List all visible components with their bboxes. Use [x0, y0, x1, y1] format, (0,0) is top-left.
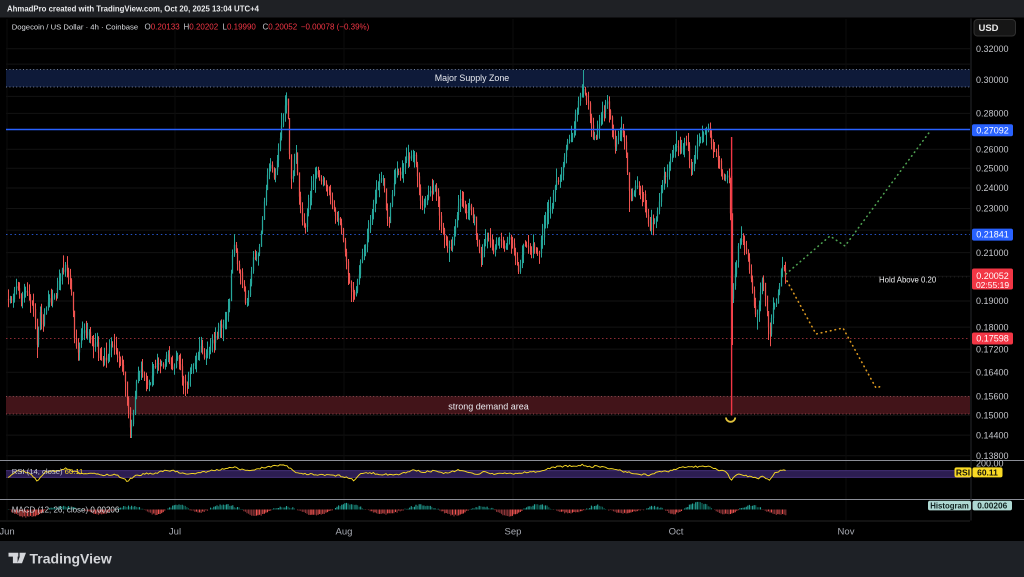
svg-text:USD: USD: [978, 23, 998, 34]
svg-text:Jul: Jul: [169, 527, 181, 538]
svg-text:0.18000: 0.18000: [976, 322, 1009, 332]
svg-text:Jun: Jun: [0, 527, 15, 538]
svg-text:Sep: Sep: [505, 527, 522, 538]
svg-text:0.30000: 0.30000: [976, 75, 1009, 85]
svg-text:0.28000: 0.28000: [976, 109, 1009, 119]
svg-text:0.16400: 0.16400: [976, 367, 1009, 377]
svg-text:0.19000: 0.19000: [976, 296, 1009, 306]
svg-text:−0.00078 (−0.39%): −0.00078 (−0.39%): [301, 23, 370, 32]
svg-text:0.24000: 0.24000: [976, 183, 1009, 193]
svg-text:0.27092: 0.27092: [976, 125, 1009, 135]
svg-text:Hold Above 0.20: Hold Above 0.20: [879, 276, 937, 285]
svg-text:0.32000: 0.32000: [976, 44, 1009, 54]
svg-text:C0.20052: C0.20052: [263, 23, 298, 32]
svg-text:AhmadPro created with TradingV: AhmadPro created with TradingView.com, O…: [7, 5, 260, 14]
svg-text:MACD (12, 26, close) 0.00206: MACD (12, 26, close) 0.00206: [12, 506, 120, 515]
svg-text:0.21841: 0.21841: [976, 230, 1009, 240]
svg-text:0.14400: 0.14400: [976, 430, 1009, 440]
svg-text:Dogecoin / US Dollar · 4h · Co: Dogecoin / US Dollar · 4h · Coinbase: [12, 23, 138, 32]
svg-text:02:55:19: 02:55:19: [976, 280, 1009, 290]
svg-text:0.23000: 0.23000: [976, 204, 1009, 214]
svg-text:0.17200: 0.17200: [976, 344, 1009, 354]
svg-text:0.00206: 0.00206: [977, 500, 1007, 510]
svg-text:60.11: 60.11: [977, 467, 998, 477]
svg-text:Aug: Aug: [336, 527, 353, 538]
svg-text:0.25000: 0.25000: [976, 163, 1009, 173]
svg-text:RSI: RSI: [956, 467, 970, 477]
svg-text:Histogram: Histogram: [930, 501, 969, 510]
svg-text:RSI (14, close) 60.11: RSI (14, close) 60.11: [12, 467, 84, 476]
svg-text:0.17598: 0.17598: [976, 334, 1009, 344]
svg-text:O0.20133: O0.20133: [145, 23, 181, 32]
svg-text:H0.20202: H0.20202: [184, 23, 219, 32]
svg-text:0.15000: 0.15000: [976, 411, 1009, 421]
svg-text:0.26000: 0.26000: [976, 144, 1009, 154]
svg-text:TradingView: TradingView: [30, 550, 112, 566]
svg-text:strong demand area: strong demand area: [448, 402, 529, 412]
svg-text:L0.19990: L0.19990: [223, 23, 257, 32]
svg-text:Major Supply Zone: Major Supply Zone: [435, 73, 510, 83]
svg-text:0.21000: 0.21000: [976, 248, 1009, 258]
svg-text:Oct: Oct: [669, 527, 684, 538]
svg-text:Nov: Nov: [838, 527, 855, 538]
svg-text:0.15600: 0.15600: [976, 392, 1009, 402]
